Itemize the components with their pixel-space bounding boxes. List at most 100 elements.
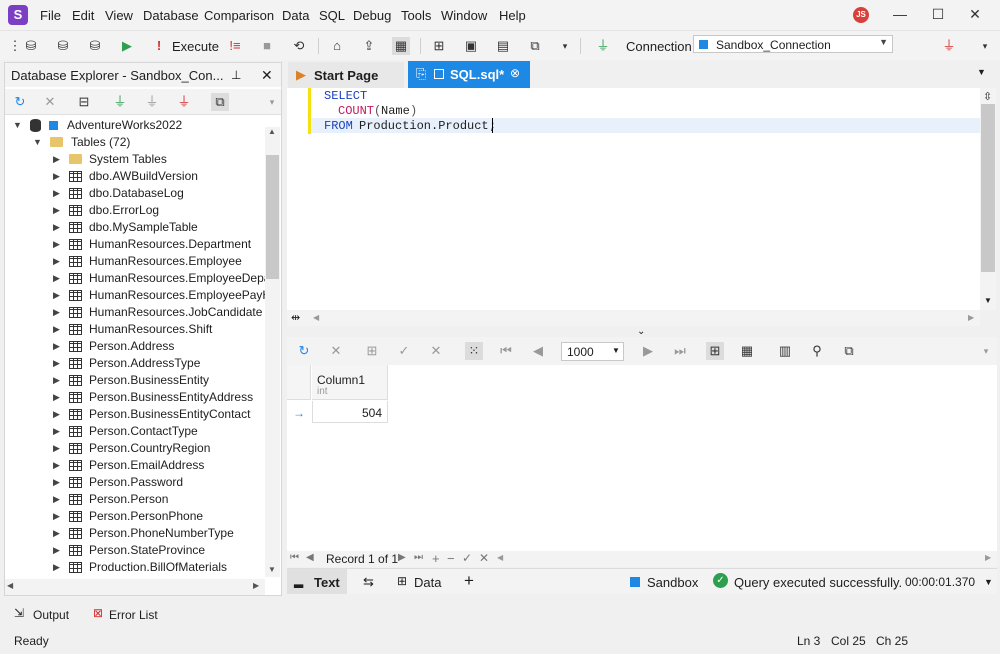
- refresh-icon[interactable]: ↻: [11, 93, 29, 111]
- chart-icon[interactable]: ▣: [462, 37, 480, 55]
- history-icon[interactable]: ⟲: [290, 37, 308, 55]
- scroll-left-icon[interactable]: ◀: [313, 313, 319, 322]
- chevron-right-icon[interactable]: ▶: [53, 423, 63, 440]
- edit-connection-icon[interactable]: ⏚: [143, 93, 161, 111]
- next-record-icon[interactable]: ▶: [398, 552, 406, 563]
- chevron-right-icon[interactable]: ▶: [53, 525, 63, 542]
- last-record-icon[interactable]: ⏭: [414, 552, 423, 563]
- chevron-right-icon[interactable]: ▶: [53, 253, 63, 270]
- connection-select[interactable]: Sandbox_Connection ▼: [693, 35, 893, 53]
- delete-icon[interactable]: ✕: [41, 93, 59, 111]
- menu-file[interactable]: File: [40, 8, 61, 23]
- text-tab[interactable]: ▂ Text: [287, 569, 347, 594]
- scroll-right-icon[interactable]: ▶: [968, 313, 974, 322]
- close-tab-icon[interactable]: ⊗: [510, 66, 520, 80]
- chevron-right-icon[interactable]: ▶: [53, 236, 63, 253]
- menu-debug[interactable]: Debug: [353, 8, 391, 23]
- execute-button[interactable]: Execute: [172, 39, 219, 54]
- scroll-left-icon[interactable]: ◀: [497, 553, 503, 562]
- tab-sql-file[interactable]: ⎘ SQL.sql* ⊗: [408, 61, 530, 88]
- columns-icon[interactable]: ▥: [776, 342, 794, 360]
- last-page-icon[interactable]: ⏭: [671, 342, 689, 360]
- chevron-right-icon[interactable]: ▶: [53, 219, 63, 236]
- split-horizontal-icon[interactable]: ⇹: [291, 311, 300, 324]
- status-dropdown-icon[interactable]: ▼: [984, 577, 993, 587]
- user-avatar[interactable]: JS: [853, 7, 869, 23]
- toolbar-dropdown-icon[interactable]: ▾: [556, 37, 574, 55]
- chevron-right-icon[interactable]: ▶: [53, 474, 63, 491]
- prev-record-icon[interactable]: ◀: [306, 552, 314, 563]
- menu-window[interactable]: Window: [441, 8, 487, 23]
- new-connection-icon[interactable]: ⛁: [22, 37, 40, 55]
- chevron-right-icon[interactable]: ▶: [53, 372, 63, 389]
- next-page-icon[interactable]: ▶: [639, 342, 657, 360]
- toolbar-overflow-icon[interactable]: ▾: [976, 37, 994, 55]
- add-record-icon[interactable]: +: [432, 551, 440, 566]
- confirm-record-icon[interactable]: ✓: [462, 551, 472, 565]
- menu-help[interactable]: Help: [499, 8, 526, 23]
- paginate-icon[interactable]: ⁙: [465, 342, 483, 360]
- chevron-right-icon[interactable]: ▶: [53, 491, 63, 508]
- chevron-right-icon[interactable]: ▶: [53, 270, 63, 287]
- card-view-icon[interactable]: ▦: [738, 342, 756, 360]
- image-icon[interactable]: ▤: [494, 37, 512, 55]
- chevron-right-icon[interactable]: ▶: [53, 406, 63, 423]
- execute-icon[interactable]: !: [150, 37, 168, 55]
- grid-layout-icon[interactable]: ▦: [392, 37, 410, 55]
- editor-horizontal-scrollbar[interactable]: ⇹ ◀ ▶: [287, 310, 980, 326]
- chevron-right-icon[interactable]: ▶: [53, 185, 63, 202]
- grid-view-icon[interactable]: ⊞: [706, 342, 724, 360]
- menu-comparison[interactable]: Comparison: [204, 8, 274, 23]
- chevron-down-icon[interactable]: ▼: [13, 117, 23, 134]
- menu-database[interactable]: Database: [143, 8, 199, 23]
- chevron-right-icon[interactable]: ▶: [53, 457, 63, 474]
- scroll-right-icon[interactable]: ▶: [985, 553, 991, 562]
- scroll-left-icon[interactable]: ◀: [7, 581, 13, 590]
- first-record-icon[interactable]: ⏮: [290, 552, 299, 563]
- query-profiler-icon[interactable]: ⌂: [328, 37, 346, 55]
- first-page-icon[interactable]: ⏮: [497, 342, 515, 360]
- apply-changes-icon[interactable]: ✓: [395, 342, 413, 360]
- editor-scroll-thumb[interactable]: [981, 104, 995, 272]
- close-panel-icon[interactable]: ✕: [261, 67, 273, 84]
- tree-horizontal-scrollbar[interactable]: ◀ ▶: [5, 579, 265, 595]
- chevron-right-icon[interactable]: ▶: [53, 508, 63, 525]
- run-icon[interactable]: ▶: [118, 37, 136, 55]
- chevron-right-icon[interactable]: ▶: [53, 321, 63, 338]
- chevron-right-icon[interactable]: ▶: [53, 304, 63, 321]
- switch-view-icon[interactable]: ⇆: [363, 574, 374, 590]
- copy-data-icon[interactable]: ⧉: [526, 37, 544, 55]
- error-list-tab[interactable]: ⊠ Error List: [93, 606, 163, 624]
- new-connection-plug-icon[interactable]: ⏚: [111, 93, 129, 111]
- chevron-right-icon[interactable]: ▶: [53, 151, 63, 168]
- chevron-right-icon[interactable]: ▶: [53, 542, 63, 559]
- results-more-icon[interactable]: ▾: [977, 342, 995, 360]
- output-tab[interactable]: ⇲ Output: [14, 606, 76, 624]
- find-icon[interactable]: ⚲: [808, 342, 826, 360]
- menu-edit[interactable]: Edit: [72, 8, 94, 23]
- explorer-more-icon[interactable]: ▾: [263, 93, 281, 111]
- connect-plug-icon[interactable]: ⏚: [594, 37, 612, 55]
- chevron-down-icon[interactable]: ▼: [33, 134, 43, 151]
- close-window-icon[interactable]: ✕: [965, 6, 985, 24]
- sql-editor[interactable]: SELECT COUNT ( Name ) FROM Production.Pr…: [287, 88, 980, 310]
- stop-icon[interactable]: ■: [258, 37, 276, 55]
- chevron-right-icon[interactable]: ▶: [53, 440, 63, 457]
- filter-icon[interactable]: ⧉: [211, 93, 229, 111]
- add-tab-icon[interactable]: +: [464, 571, 474, 591]
- split-icon[interactable]: ⇳: [983, 90, 992, 103]
- remove-record-icon[interactable]: −: [447, 551, 455, 566]
- splitter-chevron-icon[interactable]: ⌄: [637, 326, 645, 337]
- chevron-right-icon[interactable]: ▶: [53, 168, 63, 185]
- minimize-icon[interactable]: —: [890, 6, 910, 24]
- export-icon[interactable]: ⇪: [360, 37, 378, 55]
- cancel-record-icon[interactable]: ✕: [479, 551, 489, 565]
- chevron-right-icon[interactable]: ▶: [53, 287, 63, 304]
- page-size-select[interactable]: 1000 ▼: [561, 342, 624, 361]
- chevron-right-icon[interactable]: ▶: [53, 559, 63, 576]
- disconnect-plug-icon[interactable]: ⏚: [940, 37, 958, 55]
- chevron-right-icon[interactable]: ▶: [53, 389, 63, 406]
- collapse-all-icon[interactable]: ⊟: [75, 93, 93, 111]
- maximize-icon[interactable]: ☐: [928, 6, 948, 24]
- cancel-icon[interactable]: ✕: [327, 342, 345, 360]
